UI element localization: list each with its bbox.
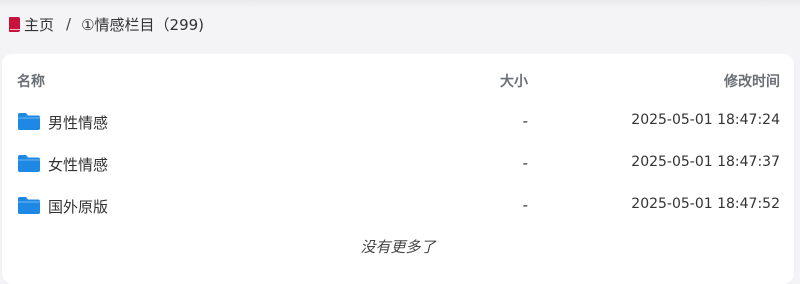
breadcrumb-home-link[interactable]: 主页 — [24, 14, 54, 35]
table-header: 名称 大小 修改时间 — [2, 54, 794, 104]
file-size: - — [522, 196, 528, 214]
file-name: 国外原版 — [48, 198, 109, 216]
breadcrumb-current: ①情感栏目（299) — [81, 15, 205, 34]
file-size: - — [522, 154, 528, 172]
book-icon — [9, 16, 20, 32]
file-modified-time: 2025-05-01 18:47:52 — [631, 196, 780, 212]
table-row[interactable]: 国外原版 - 2025-05-01 18:47:52 — [2, 185, 794, 227]
table-row[interactable]: 女性情感 - 2025-05-01 18:47:37 — [2, 143, 794, 185]
file-size: - — [522, 112, 528, 130]
file-list-card: 名称 大小 修改时间 男性情感 - 2025-05-01 18:47:24 女性… — [2, 54, 794, 284]
column-header-size[interactable]: 大小 — [500, 71, 528, 91]
file-name: 男性情感 — [48, 114, 109, 132]
file-name: 女性情感 — [48, 156, 109, 174]
file-modified-time: 2025-05-01 18:47:37 — [631, 154, 780, 170]
top-bar-shadow — [0, 0, 800, 8]
column-header-modified[interactable]: 修改时间 — [724, 71, 780, 91]
file-modified-time: 2025-05-01 18:47:24 — [631, 112, 780, 128]
folder-icon — [18, 197, 40, 214]
folder-icon — [18, 113, 40, 130]
column-header-name[interactable]: 名称 — [17, 71, 45, 91]
no-more-items-note: 没有更多了 — [360, 238, 436, 256]
breadcrumb: 主页 / ①情感栏目（299) — [9, 13, 204, 35]
table-row[interactable]: 男性情感 - 2025-05-01 18:47:24 — [2, 101, 794, 143]
folder-icon — [18, 155, 40, 172]
breadcrumb-separator: / — [66, 15, 72, 33]
